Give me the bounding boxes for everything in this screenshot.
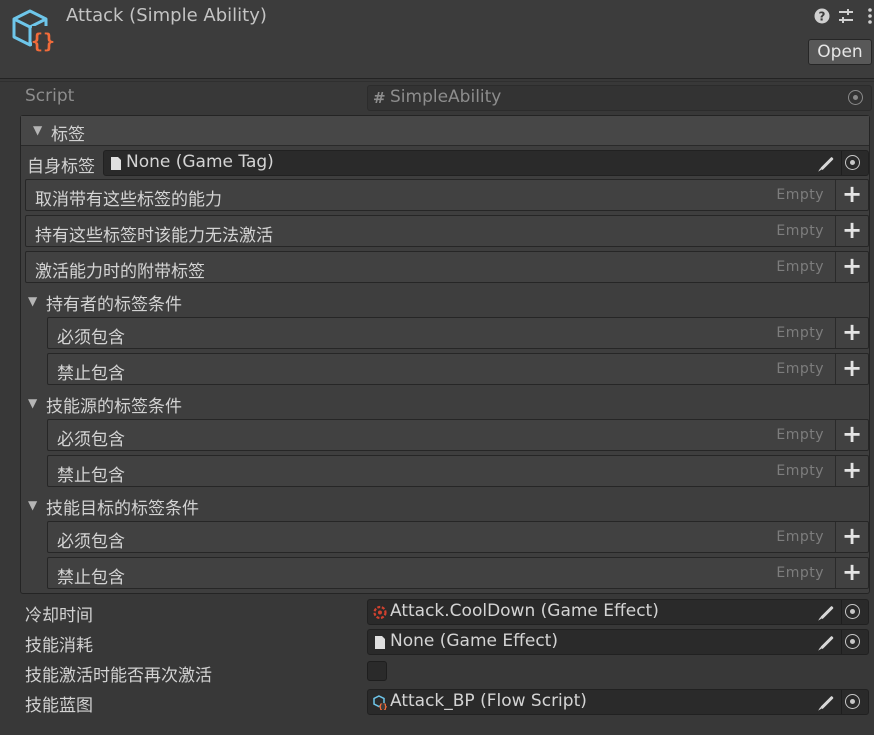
- blueprint-field[interactable]: {} Attack_BP (Flow Script): [367, 689, 869, 715]
- script-field: # SimpleAbility: [367, 85, 872, 111]
- empty-text: Empty: [776, 565, 824, 581]
- self-tag-label: 自身标签: [27, 157, 95, 177]
- inspector-title: Attack (Simple Ability): [66, 5, 267, 26]
- add-icon[interactable]: +: [835, 216, 868, 246]
- empty-text: Empty: [776, 325, 824, 341]
- add-icon[interactable]: +: [835, 558, 868, 588]
- group-title[interactable]: 技能目标的标签条件: [46, 494, 199, 519]
- group-title[interactable]: 技能源的标签条件: [46, 392, 182, 417]
- foldout-arrow-icon[interactable]: ▼: [28, 498, 37, 512]
- object-picker-icon[interactable]: [845, 694, 860, 709]
- cooldown-field[interactable]: Attack.CoolDown (Game Effect): [367, 599, 869, 625]
- list-required-tags: 必须包含 Empty +: [47, 521, 869, 553]
- list-label: 禁止包含: [57, 466, 125, 486]
- add-icon[interactable]: +: [835, 318, 868, 348]
- cost-label: 技能消耗: [25, 636, 93, 656]
- empty-text: Empty: [776, 427, 824, 443]
- object-picker-icon[interactable]: [845, 634, 860, 649]
- script-value: SimpleAbility: [390, 87, 502, 107]
- blueprint-value: Attack_BP (Flow Script): [390, 691, 587, 711]
- list-block-abilities: 持有这些标签时该能力无法激活 Empty +: [25, 215, 869, 247]
- edit-button[interactable]: [811, 600, 842, 624]
- flow-script-icon: {}: [373, 695, 387, 710]
- list-label: 取消带有这些标签的能力: [35, 190, 222, 210]
- svg-text:{}: {}: [31, 29, 55, 53]
- foldout-arrow-icon[interactable]: ▼: [28, 294, 37, 308]
- script-label: Script: [25, 86, 75, 106]
- list-required-tags: 必须包含 Empty +: [47, 317, 869, 349]
- add-icon[interactable]: +: [835, 522, 868, 552]
- add-icon[interactable]: +: [835, 354, 868, 384]
- cooldown-value: Attack.CoolDown (Game Effect): [390, 601, 659, 621]
- add-icon[interactable]: +: [835, 180, 868, 210]
- hash-icon: #: [373, 89, 386, 107]
- foldout-arrow-icon[interactable]: ▼: [33, 123, 42, 137]
- empty-text: Empty: [776, 187, 824, 203]
- add-icon[interactable]: +: [835, 252, 868, 282]
- list-cancel-abilities: 取消带有这些标签的能力 Empty +: [25, 179, 869, 211]
- object-picker-icon[interactable]: [845, 155, 860, 170]
- document-icon: [111, 157, 121, 170]
- list-label: 必须包含: [57, 430, 125, 450]
- cooldown-label: 冷却时间: [25, 606, 93, 626]
- open-button[interactable]: Open: [808, 39, 872, 65]
- list-required-tags: 必须包含 Empty +: [47, 419, 869, 451]
- empty-text: Empty: [776, 529, 824, 545]
- list-label: 禁止包含: [57, 568, 125, 588]
- add-icon[interactable]: +: [835, 456, 868, 486]
- empty-text: Empty: [776, 361, 824, 377]
- object-picker-icon[interactable]: [845, 604, 860, 619]
- header-divider: [0, 81, 874, 82]
- list-blocked-tags: 禁止包含 Empty +: [47, 353, 869, 385]
- pencil-icon: [820, 605, 834, 620]
- cost-field[interactable]: None (Game Effect): [367, 629, 869, 655]
- pencil-icon: [820, 635, 834, 650]
- group-title[interactable]: 持有者的标签条件: [46, 290, 182, 315]
- reactivate-checkbox[interactable]: [367, 661, 387, 681]
- more-vertical-icon[interactable]: [861, 7, 874, 25]
- edit-button[interactable]: [811, 151, 842, 175]
- pencil-icon: [820, 156, 834, 171]
- svg-text:?: ?: [819, 10, 826, 24]
- svg-text:{}: {}: [378, 703, 387, 710]
- list-label: 必须包含: [57, 532, 125, 552]
- document-icon: [375, 636, 385, 649]
- cost-value: None (Game Effect): [390, 631, 558, 651]
- list-label: 禁止包含: [57, 364, 125, 384]
- list-blocked-tags: 禁止包含 Empty +: [47, 455, 869, 487]
- empty-text: Empty: [776, 223, 824, 239]
- list-label: 必须包含: [57, 328, 125, 348]
- empty-text: Empty: [776, 463, 824, 479]
- list-blocked-tags: 禁止包含 Empty +: [47, 557, 869, 589]
- list-label: 激活能力时的附带标签: [35, 262, 205, 282]
- edit-button[interactable]: [811, 630, 842, 654]
- empty-text: Empty: [776, 259, 824, 275]
- help-icon[interactable]: ?: [813, 7, 831, 25]
- tags-section-title: 标签: [51, 125, 85, 145]
- list-activation-owned-tags: 激活能力时的附带标签 Empty +: [25, 251, 869, 283]
- tags-foldout[interactable]: [21, 116, 869, 146]
- list-label: 持有这些标签时该能力无法激活: [35, 226, 273, 246]
- blueprint-label: 技能蓝图: [25, 696, 93, 716]
- pencil-icon: [820, 695, 834, 710]
- object-picker-icon: [848, 90, 863, 105]
- foldout-arrow-icon[interactable]: ▼: [28, 396, 37, 410]
- script-asset-icon: {}: [12, 9, 55, 53]
- settings-sliders-icon[interactable]: [837, 7, 855, 25]
- game-effect-icon: [373, 605, 387, 620]
- reactivate-label: 技能激活时能否再次激活: [25, 666, 212, 686]
- self-tag-value: None (Game Tag): [126, 152, 274, 172]
- add-icon[interactable]: +: [835, 420, 868, 450]
- self-tag-field[interactable]: None (Game Tag): [103, 150, 869, 176]
- edit-button[interactable]: [811, 690, 842, 714]
